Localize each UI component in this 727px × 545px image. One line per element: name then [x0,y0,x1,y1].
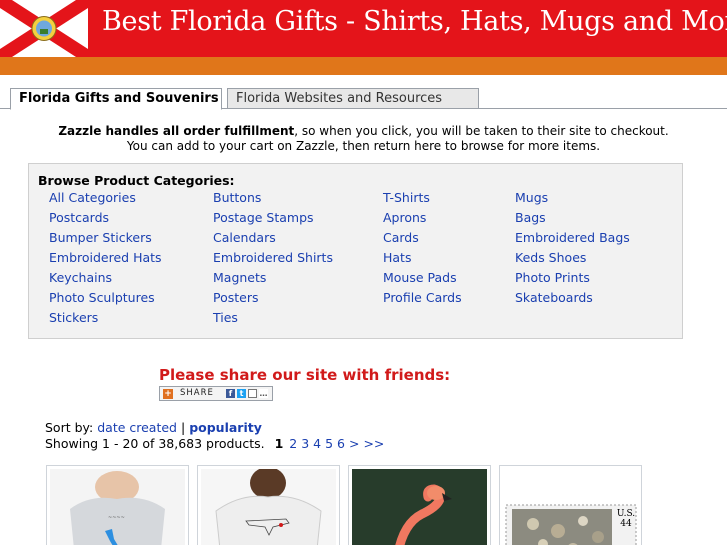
sort-popularity-link[interactable]: popularity [189,420,262,435]
product-card[interactable] [197,465,340,545]
categories-column-2: Buttons Postage Stamps Calendars Embroid… [213,190,333,330]
categories-column-4: Mugs Bags Embroidered Bags Keds Shoes Ph… [515,190,630,310]
category-link[interactable]: Cards [383,230,462,250]
share-button[interactable]: + SHARE f t … [159,386,273,401]
category-link[interactable]: Buttons [213,190,333,210]
category-link[interactable]: Bumper Stickers [49,230,162,250]
tab-florida-gifts[interactable]: Florida Gifts and Souvenirs [10,88,222,110]
category-link[interactable]: Profile Cards [383,290,462,310]
facebook-icon: f [226,389,235,398]
categories-column-3: T-Shirts Aprons Cards Hats Mouse Pads Pr… [383,190,462,310]
category-link[interactable]: Posters [213,290,333,310]
notice-rest: , so when you click, you will be taken t… [294,124,669,138]
email-icon [248,389,257,398]
share-heading: Please share our site with friends: [159,366,451,384]
category-link[interactable]: Photo Sculptures [49,290,162,310]
notice-bold: Zazzle handles all order fulfillment [58,124,295,138]
pagination-bar: Showing 1 - 20 of 38,683 products. 1 2 3… [45,436,384,451]
categories-panel: Browse Product Categories: All Categorie… [28,163,683,339]
categories-heading: Browse Product Categories: [38,173,235,188]
category-link[interactable]: Postcards [49,210,162,230]
last-page-link[interactable]: >> [363,436,384,451]
sort-label: Sort by: [45,420,94,435]
flamingo-photo-thumbnail [352,469,487,545]
category-link[interactable]: T-Shirts [383,190,462,210]
category-link[interactable]: Ties [213,310,333,330]
category-link[interactable]: Embroidered Shirts [213,250,333,270]
fulfillment-notice: Zazzle handles all order fulfillment, so… [0,124,727,154]
category-link[interactable]: Calendars [213,230,333,250]
page-link[interactable]: 2 [289,436,297,451]
product-card[interactable]: U.S. 44 [499,465,642,545]
twitter-icon: t [237,389,246,398]
tab-bar: Florida Websites and Resources Florida G… [0,88,727,110]
sort-date-created-link[interactable]: date created [97,420,177,435]
site-title: Best Florida Gifts - Shirts, Hats, Mugs … [102,6,727,37]
category-link[interactable]: All Categories [49,190,162,210]
postage-stamp-seashells-thumbnail: U.S. 44 [503,469,638,545]
plus-icon: + [163,389,173,399]
svg-text:~~~~: ~~~~ [108,515,125,521]
category-link[interactable]: Hats [383,250,462,270]
sort-bar: Sort by: date created | popularity [45,420,262,435]
share-button-label: SHARE [180,388,214,398]
category-link[interactable]: Stickers [49,310,162,330]
stamp-denomination: U.S. 44 [616,509,636,529]
categories-column-1: All Categories Postcards Bumper Stickers… [49,190,162,330]
category-link[interactable]: Photo Prints [515,270,630,290]
next-page-link[interactable]: > [349,436,359,451]
tshirt-model-thumbnail [201,467,336,545]
category-link[interactable]: Embroidered Hats [49,250,162,270]
notice-line-2: You can add to your cart on Zazzle, then… [126,139,601,153]
kids-tshirt-florida-thumbnail: ~~~~ [50,469,185,545]
category-link[interactable]: Skateboards [515,290,630,310]
category-link[interactable]: Keychains [49,270,162,290]
page-link[interactable]: 4 [313,436,321,451]
site-header: Best Florida Gifts - Shirts, Hats, Mugs … [0,0,727,57]
category-link[interactable]: Mouse Pads [383,270,462,290]
product-card[interactable]: ~~~~ [46,465,189,545]
page-link[interactable]: 5 [325,436,333,451]
page-link[interactable]: 6 [337,436,345,451]
product-card[interactable] [348,465,491,545]
category-link[interactable]: Aprons [383,210,462,230]
category-link[interactable]: Embroidered Bags [515,230,630,250]
current-page: 1 [274,436,284,451]
tab-florida-websites[interactable]: Florida Websites and Resources [227,88,479,109]
florida-flag-icon [0,0,88,57]
category-link[interactable]: Postage Stamps [213,210,333,230]
share-service-icons: f t … [226,389,270,399]
notice-line-1: Zazzle handles all order fulfillment, so… [0,124,727,139]
more-icon: … [259,389,268,398]
sort-separator: | [180,420,186,435]
category-link[interactable]: Magnets [213,270,333,290]
category-link[interactable]: Keds Shoes [515,250,630,270]
orange-divider-bar [0,57,727,75]
category-link[interactable]: Mugs [515,190,630,210]
category-link[interactable]: Bags [515,210,630,230]
results-count: Showing 1 - 20 of 38,683 products. [45,436,265,451]
page-link[interactable]: 3 [301,436,309,451]
